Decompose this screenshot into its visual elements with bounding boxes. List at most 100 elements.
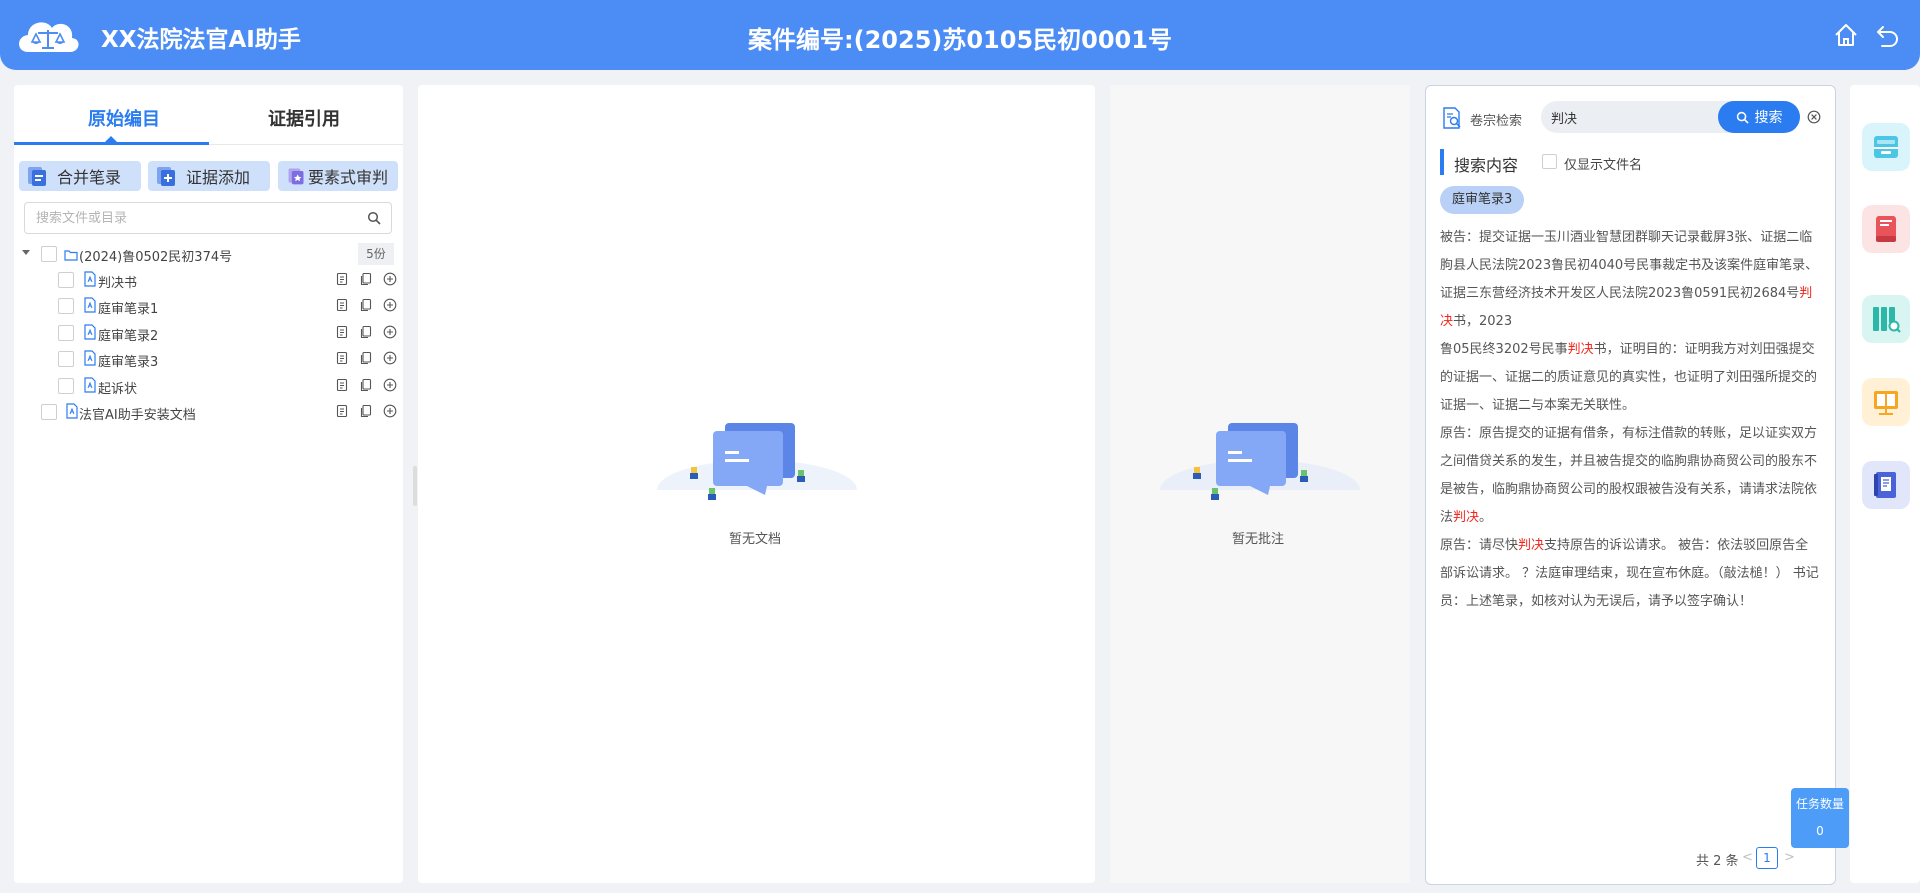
result-file-chip[interactable]: 庭审笔录3 (1440, 186, 1525, 214)
result-text-segment: 原告：请尽快 (1440, 538, 1519, 553)
presentation-button[interactable] (1862, 378, 1910, 426)
inbox-tray-button[interactable] (1862, 123, 1910, 171)
document-detail-icon[interactable] (335, 325, 349, 339)
copy-icon[interactable] (359, 325, 373, 339)
red-book-icon (1876, 216, 1896, 242)
annotations-panel: 暂无批注 (1110, 85, 1410, 883)
search-button-label: 搜索 (1754, 110, 1783, 126)
search-icon[interactable] (367, 211, 381, 225)
root-file-row[interactable]: 法官AI助手安装文档 (14, 401, 403, 423)
back-icon[interactable] (1874, 21, 1902, 49)
file-checkbox[interactable] (58, 325, 74, 341)
add-circle-icon[interactable] (383, 325, 397, 339)
search-button[interactable]: 搜索 (1718, 101, 1800, 133)
task-count-widget[interactable]: 任务数量 0 (1791, 788, 1849, 848)
document-detail-icon[interactable] (335, 298, 349, 312)
presentation-board-icon (1874, 391, 1898, 415)
collapse-caret-icon[interactable] (22, 250, 30, 255)
home-icon[interactable] (1832, 21, 1860, 49)
keyword-search-input[interactable] (1551, 101, 1711, 133)
task-count-label: 任务数量 (1795, 797, 1844, 811)
file-icon (66, 403, 78, 419)
merge-transcripts-button[interactable]: 合并笔录 (19, 161, 141, 191)
pagination-total: 共 2 条 (1696, 854, 1739, 869)
only-filename-checkbox[interactable] (1542, 154, 1557, 169)
case-file-search-panel: 卷宗检索 搜索 搜索内容 仅显示文件名 庭审笔录3 被告：提交证据一玉川酒业智慧… (1425, 85, 1836, 885)
document-detail-icon[interactable] (335, 404, 349, 418)
prev-page-button[interactable]: < (1742, 850, 1753, 865)
add-circle-icon[interactable] (383, 298, 397, 312)
file-icon (84, 297, 96, 313)
result-text-segment: 原告：原告提交的证据有借条，有标注借款的转账，足以证实双方之间借贷关系的发生，并… (1440, 426, 1818, 525)
file-row[interactable]: 判决书 (14, 269, 403, 291)
panel-resize-handle[interactable] (413, 466, 417, 506)
file-label: 判决书 (98, 276, 138, 291)
file-row[interactable]: 起诉状 (14, 375, 403, 397)
element-trial-button[interactable]: 要素式审判 (278, 161, 398, 191)
search-content-title: 搜索内容 (1454, 156, 1519, 175)
catalog-tabs: 原始编目 证据引用 (14, 85, 403, 145)
file-row[interactable]: 庭审笔录3 (14, 348, 403, 370)
file-label: 庭审笔录3 (98, 355, 159, 370)
document-detail-icon[interactable] (335, 378, 349, 392)
merge-transcripts-label: 合并笔录 (57, 168, 122, 187)
file-icon (84, 377, 96, 393)
result-paragraph: 原告：请尽快判决支持原告的诉讼请求。 被告：依法驳回原告全部诉讼请求。 ？法庭审… (1440, 532, 1820, 616)
file-label: 起诉状 (98, 382, 138, 397)
folder-row[interactable]: (2024)鲁0502民初374号 5份 (14, 243, 403, 265)
merge-document-icon (28, 167, 46, 186)
task-count-value: 0 (1816, 824, 1824, 838)
keyword-highlight: 判决 (1567, 342, 1594, 357)
app-title: XX法院法官AI助手 (101, 27, 301, 53)
binder-search-button[interactable] (1862, 295, 1910, 343)
copy-icon[interactable] (359, 378, 373, 392)
court-logo-icon (19, 22, 79, 52)
close-circle-icon[interactable] (1807, 110, 1821, 124)
add-circle-icon[interactable] (383, 378, 397, 392)
result-paragraph: 鲁05民终3202号民事判决书，证明目的：证明我方对刘田强提交的证据一、证据二的… (1440, 336, 1820, 420)
file-checkbox[interactable] (58, 298, 74, 314)
add-circle-icon[interactable] (383, 272, 397, 286)
document-detail-icon[interactable] (335, 351, 349, 365)
add-circle-icon[interactable] (383, 404, 397, 418)
file-search-input[interactable] (25, 203, 355, 233)
copy-icon[interactable] (359, 298, 373, 312)
file-row[interactable]: 庭审笔录2 (14, 322, 403, 344)
result-text-segment: 鲁05民终3202号民事 (1440, 342, 1568, 357)
copy-icon[interactable] (359, 351, 373, 365)
copy-icon[interactable] (359, 404, 373, 418)
tab-evidence-citation[interactable]: 证据引用 (214, 105, 394, 131)
add-evidence-button[interactable]: 证据添加 (148, 161, 270, 191)
file-checkbox[interactable] (41, 404, 57, 420)
only-filename-label: 仅显示文件名 (1564, 158, 1643, 173)
file-label: 庭审笔录1 (98, 302, 159, 317)
red-book-button[interactable] (1862, 205, 1910, 253)
folder-checkbox[interactable] (41, 246, 57, 262)
judgment-document-icon (1874, 472, 1896, 498)
result-text-segment: 被告：提交证据一玉川酒业智慧团群聊天记录截屏3张、证据二临朐县人民法院2023鲁… (1440, 230, 1819, 301)
document-viewer-panel: 暂无文档 (418, 85, 1095, 883)
file-checkbox[interactable] (58, 351, 74, 367)
element-trial-icon (288, 168, 304, 185)
keyword-highlight: 判决 (1518, 538, 1545, 553)
catalog-panel: 原始编目 证据引用 合并笔录 证据添加 要素式审判 (2024)鲁0502民初3… (14, 85, 403, 883)
file-checkbox[interactable] (58, 378, 74, 394)
folder-icon (64, 250, 78, 261)
empty-document-illustration (647, 423, 867, 545)
file-icon (84, 271, 96, 287)
add-evidence-icon (157, 167, 175, 186)
element-trial-label: 要素式审判 (308, 168, 389, 187)
copy-icon[interactable] (359, 272, 373, 286)
folder-label: (2024)鲁0502民初374号 (79, 250, 233, 265)
file-count-badge: 5份 (358, 243, 394, 265)
file-checkbox[interactable] (58, 272, 74, 288)
current-page-button[interactable]: 1 (1756, 847, 1778, 869)
tab-original-catalog[interactable]: 原始编目 (34, 105, 214, 131)
document-detail-icon[interactable] (335, 272, 349, 286)
add-circle-icon[interactable] (383, 351, 397, 365)
side-toolbar (1850, 85, 1920, 883)
judgment-document-button[interactable] (1862, 461, 1910, 509)
file-row[interactable]: 庭审笔录1 (14, 295, 403, 317)
next-page-button[interactable]: > (1784, 850, 1795, 865)
file-label: 庭审笔录2 (98, 329, 159, 344)
